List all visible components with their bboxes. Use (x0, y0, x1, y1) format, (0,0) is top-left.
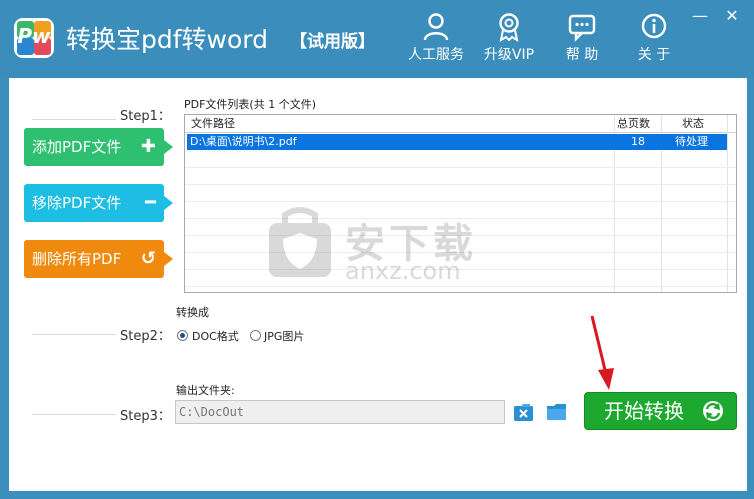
clear-all-label: 删除所有PDF (32, 250, 122, 268)
column-header-path[interactable]: 文件路径 (191, 115, 235, 133)
clear-folder-icon[interactable] (513, 401, 535, 423)
step3-line (32, 414, 116, 415)
start-convert-label: 开始转换 (604, 399, 684, 423)
about-button[interactable]: 关 于 (621, 10, 687, 70)
app-logo: Pw (14, 18, 54, 58)
minimize-button[interactable]: — (690, 6, 710, 25)
doc-format-radio[interactable] (177, 330, 188, 341)
support-button[interactable]: 人工服务 (403, 10, 469, 70)
column-header-pages[interactable]: 总页数 (617, 115, 650, 133)
output-folder-caption: 输出文件夹: (176, 384, 235, 397)
add-pdf-label: 添加PDF文件 (32, 138, 122, 156)
jpg-format-radio[interactable] (250, 330, 261, 341)
cell-status: 待处理 (675, 135, 708, 148)
undo-icon: ↺ (140, 248, 156, 269)
help-button[interactable]: 帮 助 (549, 10, 615, 70)
remove-pdf-label: 移除PDF文件 (32, 194, 122, 212)
step1-label: Step1： (120, 109, 171, 124)
step1-line (32, 119, 116, 120)
add-pdf-button[interactable]: 添加PDF文件 ✚ (24, 128, 173, 166)
info-icon (641, 13, 667, 39)
refresh-icon (703, 401, 723, 421)
badge-icon (499, 13, 519, 42)
clear-all-pdf-button[interactable]: 删除所有PDF ↺ (24, 240, 173, 278)
title-bar: Pw 转换宝pdf转word 【试用版】 人工服务 升级VIP 帮 助 关 于 … (0, 0, 754, 78)
edition-label: 【试用版】 (290, 32, 375, 52)
app-title: 转换宝pdf转word (66, 25, 268, 54)
watermark: 安下载 anxz.com (265, 205, 473, 285)
close-button[interactable]: ✕ (722, 6, 742, 25)
table-row[interactable]: D:\桌面\说明书\2.pdf 18 待处理 (187, 134, 727, 150)
step2-line (32, 334, 116, 335)
cell-path: D:\桌面\说明书\2.pdf (190, 135, 297, 148)
shield-icon (269, 207, 331, 277)
open-folder-icon[interactable] (546, 401, 568, 423)
upgrade-vip-button[interactable]: 升级VIP (476, 10, 542, 70)
watermark-subtitle: anxz.com (345, 257, 461, 285)
column-header-status[interactable]: 状态 (682, 115, 704, 133)
step2-label: Step2： (120, 329, 171, 344)
remove-pdf-button[interactable]: 移除PDF文件 ━ (24, 184, 173, 222)
file-list-caption: PDF文件列表(共 1 个文件) (184, 98, 317, 111)
step3-label: Step3： (120, 409, 171, 424)
red-arrow-annotation (590, 315, 614, 390)
person-icon (423, 13, 449, 41)
cell-pages: 18 (631, 135, 645, 148)
chat-icon (568, 14, 596, 42)
minus-icon: ━ (145, 192, 156, 213)
doc-format-label[interactable]: DOC格式 (192, 328, 239, 344)
convert-to-caption: 转换成 (176, 306, 209, 319)
jpg-format-label[interactable]: JPG图片 (264, 328, 304, 344)
start-convert-button[interactable]: 开始转换 (584, 392, 737, 430)
output-folder-input[interactable]: C:\DocOut (175, 400, 505, 424)
plus-icon: ✚ (140, 136, 156, 157)
table-header: 文件路径 总页数 状态 (185, 115, 736, 133)
